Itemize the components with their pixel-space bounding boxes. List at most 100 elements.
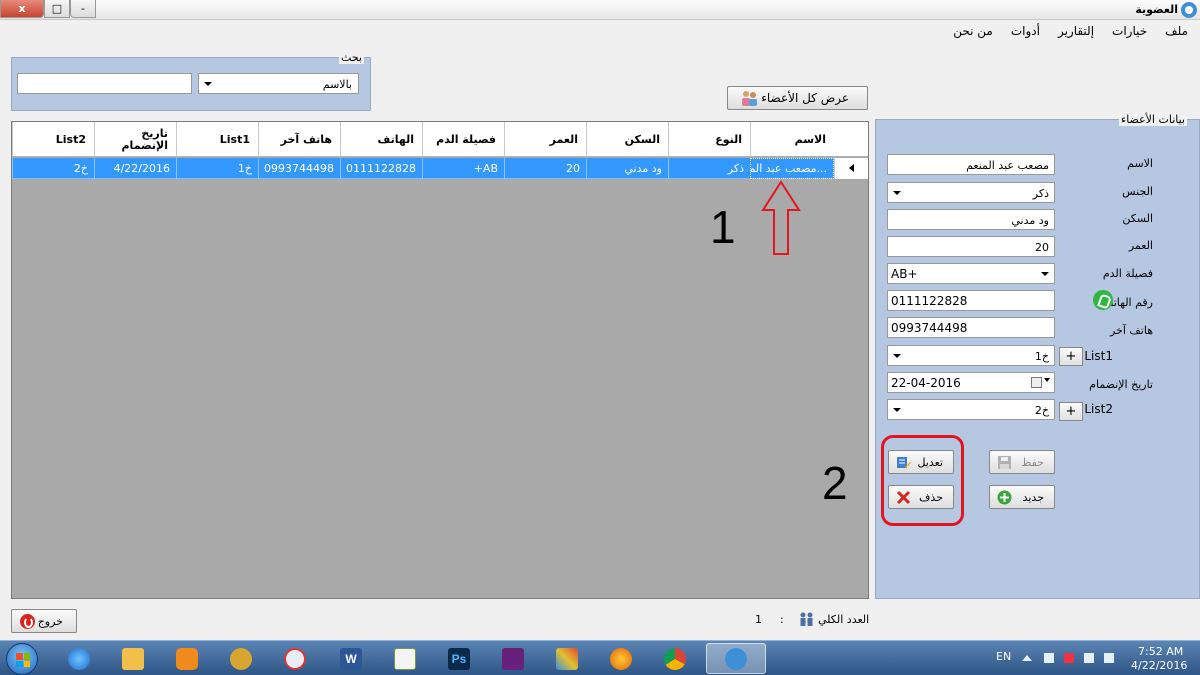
new-button[interactable]: جديد <box>989 485 1055 509</box>
taskbar-media-player[interactable] <box>162 643 212 674</box>
menu-file[interactable]: ملف <box>1165 24 1188 38</box>
language-indicator[interactable]: EN <box>996 650 1011 663</box>
phone-field[interactable]: 0111122828 <box>887 290 1055 311</box>
phone2-value: 0993744498 <box>891 321 968 335</box>
app-icon <box>230 647 252 670</box>
column-header-residence[interactable]: السكن <box>586 122 668 157</box>
windows-logo-icon <box>16 653 30 667</box>
taskbar-membership-app[interactable] <box>706 643 766 674</box>
calendar-icon[interactable] <box>1031 377 1042 388</box>
column-header-gender[interactable]: النوع <box>668 122 750 157</box>
list2-select[interactable]: خ2 <box>887 399 1055 420</box>
cell-blood[interactable]: +AB <box>422 158 504 179</box>
cell-phone2[interactable]: 0993744498 <box>258 158 340 179</box>
members-grid[interactable]: الاسم النوع السكن العمر فصيلة الدم الهات… <box>11 121 869 599</box>
taskbar-chrome[interactable] <box>650 643 700 674</box>
taskbar-explorer[interactable] <box>108 643 158 674</box>
search-input[interactable] <box>17 73 192 94</box>
column-header-blood[interactable]: فصيلة الدم <box>422 122 504 157</box>
cell-gender[interactable]: ذكر <box>668 158 750 179</box>
column-header-phone[interactable]: الهاتف <box>340 122 422 157</box>
whatsapp-icon[interactable] <box>1093 290 1113 310</box>
name-field[interactable]: مصعب عبد المنعم <box>887 154 1055 175</box>
membership-app-icon <box>725 647 747 670</box>
taskbar-photoshop[interactable]: Ps <box>434 643 484 674</box>
age-field[interactable]: 20 <box>887 236 1055 257</box>
annotation-up-arrow-icon <box>761 180 801 255</box>
list1-label: List1 <box>1084 349 1113 363</box>
residence-field[interactable]: ود مدني <box>887 209 1055 230</box>
taskbar-snipping-tool[interactable] <box>270 643 320 674</box>
clock-date[interactable]: 4/22/2016 <box>1131 659 1187 672</box>
cell-list2[interactable]: خ2 <box>12 158 94 179</box>
cell-residence[interactable]: ود مدني <box>586 158 668 179</box>
photoshop-icon: Ps <box>448 647 470 670</box>
volume-icon[interactable] <box>1104 653 1114 663</box>
cell-name[interactable]: مصعب عبد الم... <box>750 158 834 179</box>
add-list2-button[interactable]: + <box>1059 402 1083 421</box>
power-icon <box>20 614 35 629</box>
phone2-field[interactable]: 0993744498 <box>887 317 1055 338</box>
exit-label: خروج <box>37 615 63 628</box>
taskbar-excel[interactable] <box>380 643 430 674</box>
menu-tools[interactable]: أدوات <box>1011 24 1040 38</box>
cell-list1[interactable]: خ1 <box>176 158 258 179</box>
start-button[interactable] <box>6 643 38 675</box>
window-title: العضوية <box>1135 3 1178 16</box>
network-icon[interactable] <box>1084 653 1094 663</box>
join-date-label: تاريخ الإنضمام <box>1089 378 1153 391</box>
tray-app-icon[interactable] <box>1064 653 1074 663</box>
column-header-list1[interactable]: List1 <box>176 122 258 157</box>
cell-phone[interactable]: 0111122828 <box>340 158 422 179</box>
delete-x-icon <box>896 490 911 505</box>
save-icon <box>998 456 1011 469</box>
column-header-name[interactable]: الاسم <box>750 122 834 157</box>
column-header-join-date[interactable]: تاريخ الإنضمام <box>94 122 176 157</box>
residence-value: ود مدني <box>1011 214 1049 227</box>
join-date-picker[interactable]: 22-04-2016 <box>887 372 1055 393</box>
table-row[interactable]: مصعب عبد الم... ذكر ود مدني 20 +AB 01111… <box>12 158 868 179</box>
menu-options[interactable]: خيارات <box>1112 24 1147 38</box>
delete-button[interactable]: حذف <box>888 485 954 509</box>
column-header-list2[interactable]: List2 <box>12 122 94 157</box>
members-count-icon <box>800 612 813 626</box>
row-selector-icon[interactable] <box>834 158 868 179</box>
firefox-icon <box>610 647 632 670</box>
blood-type-select[interactable]: AB+ <box>887 263 1055 284</box>
list1-select[interactable]: خ1 <box>887 345 1055 366</box>
name-label: الاسم <box>1127 157 1153 170</box>
action-center-flag-icon[interactable] <box>1044 653 1054 663</box>
chrome-icon <box>664 647 686 670</box>
phone2-label: هاتف آخر <box>1109 324 1153 337</box>
title-bar: العضوية x □ - <box>0 0 1200 20</box>
new-label: جديد <box>1022 491 1044 504</box>
menu-reports[interactable]: إلتقارير <box>1058 24 1094 38</box>
chevron-down-icon <box>1044 378 1050 382</box>
column-header-phone2[interactable]: هاتف آخر <box>258 122 340 157</box>
taskbar-ie[interactable] <box>54 643 104 674</box>
add-circle-icon <box>997 490 1012 505</box>
menu-about[interactable]: من نحن <box>953 24 993 38</box>
snipping-tool-icon <box>284 647 306 670</box>
taskbar-firefox[interactable] <box>596 643 646 674</box>
gender-select[interactable]: ذكر <box>887 182 1055 203</box>
show-all-members-button[interactable]: عرض كل الأعضاء <box>727 86 868 110</box>
taskbar-game[interactable] <box>542 643 592 674</box>
list2-label: List2 <box>1084 402 1113 416</box>
minimize-button[interactable]: - <box>70 0 96 18</box>
search-by-select[interactable]: بالاسم <box>198 73 359 94</box>
add-list1-button[interactable]: + <box>1059 347 1083 366</box>
exit-button[interactable]: خروج <box>11 609 77 633</box>
save-button[interactable]: حفظ <box>989 450 1055 474</box>
column-header-age[interactable]: العمر <box>504 122 586 157</box>
close-button[interactable]: x <box>0 0 44 18</box>
cell-age[interactable]: 20 <box>504 158 586 179</box>
cell-join-date[interactable]: 4/22/2016 <box>94 158 176 179</box>
chevron-down-icon <box>893 408 901 412</box>
maximize-button[interactable]: □ <box>44 0 70 18</box>
edit-button[interactable]: تعديل <box>888 450 954 474</box>
taskbar-word[interactable]: W <box>326 643 376 674</box>
clock-time[interactable]: 7:52 AM <box>1138 645 1183 658</box>
taskbar-app[interactable] <box>216 643 266 674</box>
taskbar-visual-studio[interactable] <box>488 643 538 674</box>
